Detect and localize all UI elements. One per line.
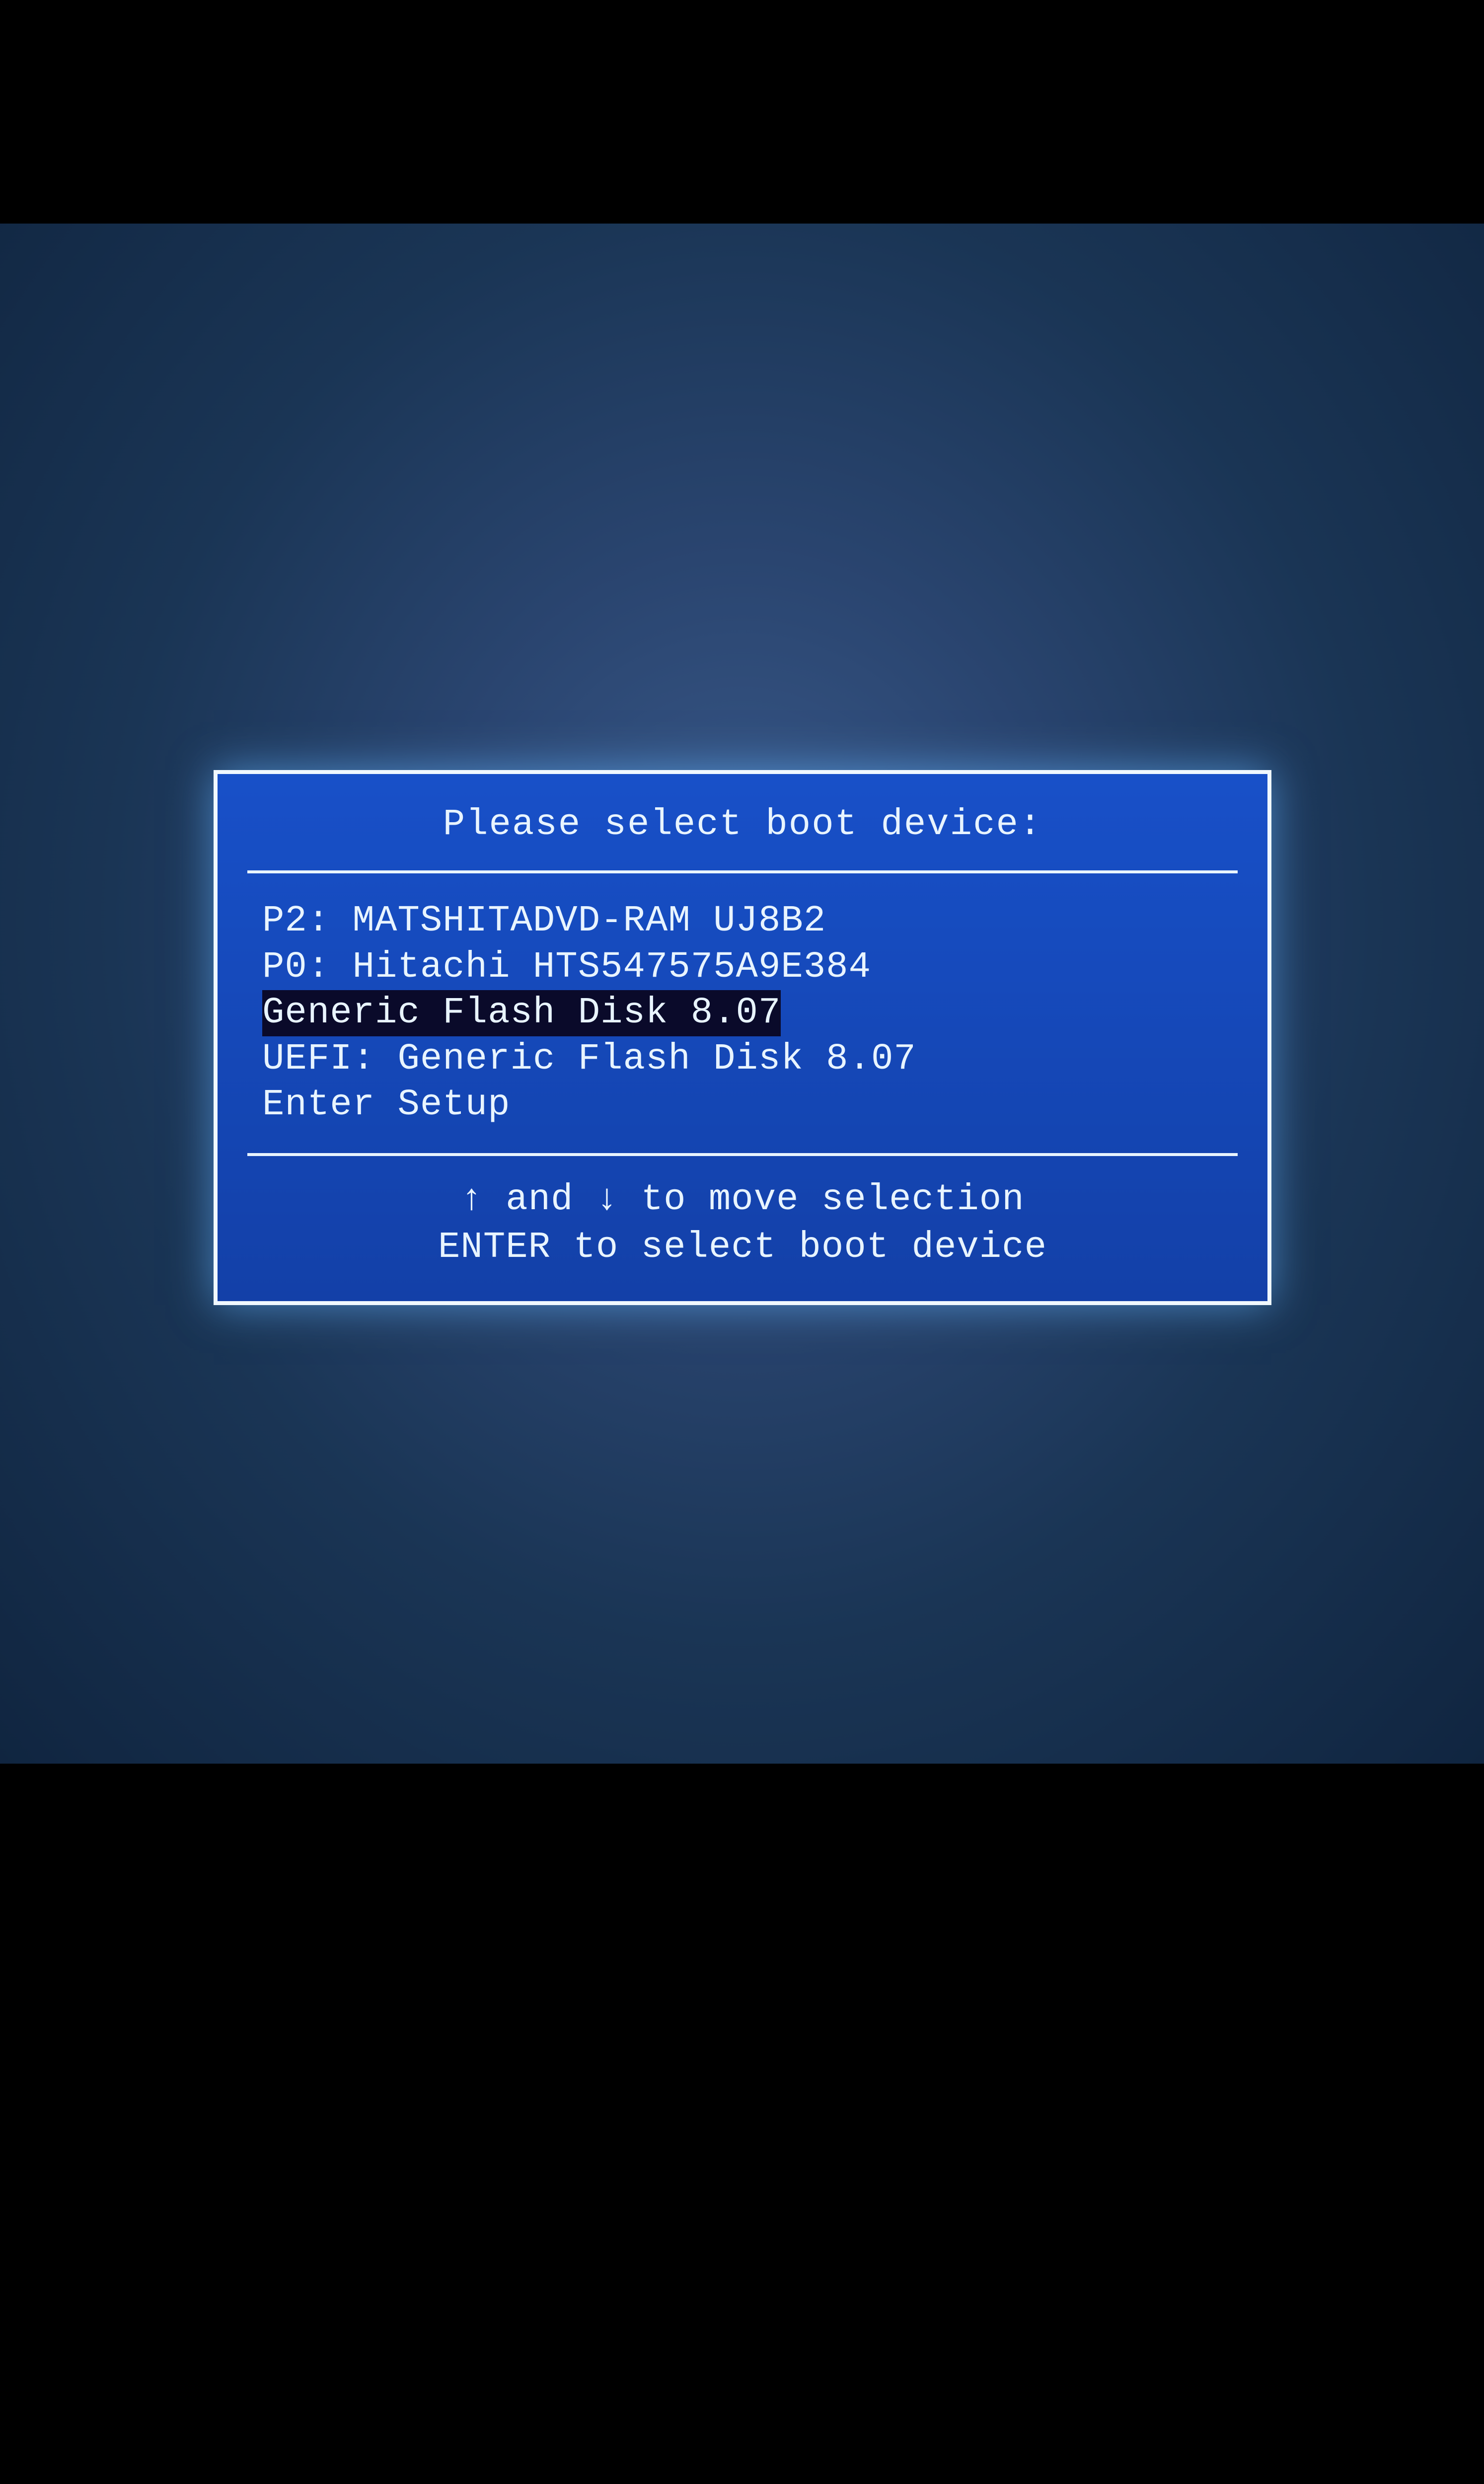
boot-device-option[interactable]: UEFI: Generic Flash Disk 8.07 (262, 1038, 916, 1080)
help-line-navigation: ↑ and ↓ to move selection (252, 1176, 1233, 1224)
boot-device-dialog: Please select boot device: P2: MATSHITAD… (214, 770, 1271, 1305)
boot-device-option[interactable]: P0: Hitachi HTS547575A9E384 (262, 946, 871, 988)
boot-device-list[interactable]: P2: MATSHITADVD-RAM UJ8B2 P0: Hitachi HT… (232, 873, 1253, 1153)
boot-device-option-selected[interactable]: Generic Flash Disk 8.07 (262, 990, 781, 1036)
boot-device-option-enter-setup[interactable]: Enter Setup (262, 1084, 510, 1126)
boot-device-option[interactable]: P2: MATSHITADVD-RAM UJ8B2 (262, 898, 1233, 944)
down-arrow-icon: ↓ (596, 1176, 618, 1224)
up-arrow-icon: ↑ (460, 1176, 483, 1224)
monitor-screen: Please select boot device: P2: MATSHITAD… (0, 224, 1484, 1764)
help-line-enter: ENTER to select boot device (252, 1224, 1233, 1271)
dialog-title: Please select boot device: (232, 789, 1253, 870)
help-text: ↑ and ↓ to move selection ENTER to selec… (232, 1156, 1253, 1286)
